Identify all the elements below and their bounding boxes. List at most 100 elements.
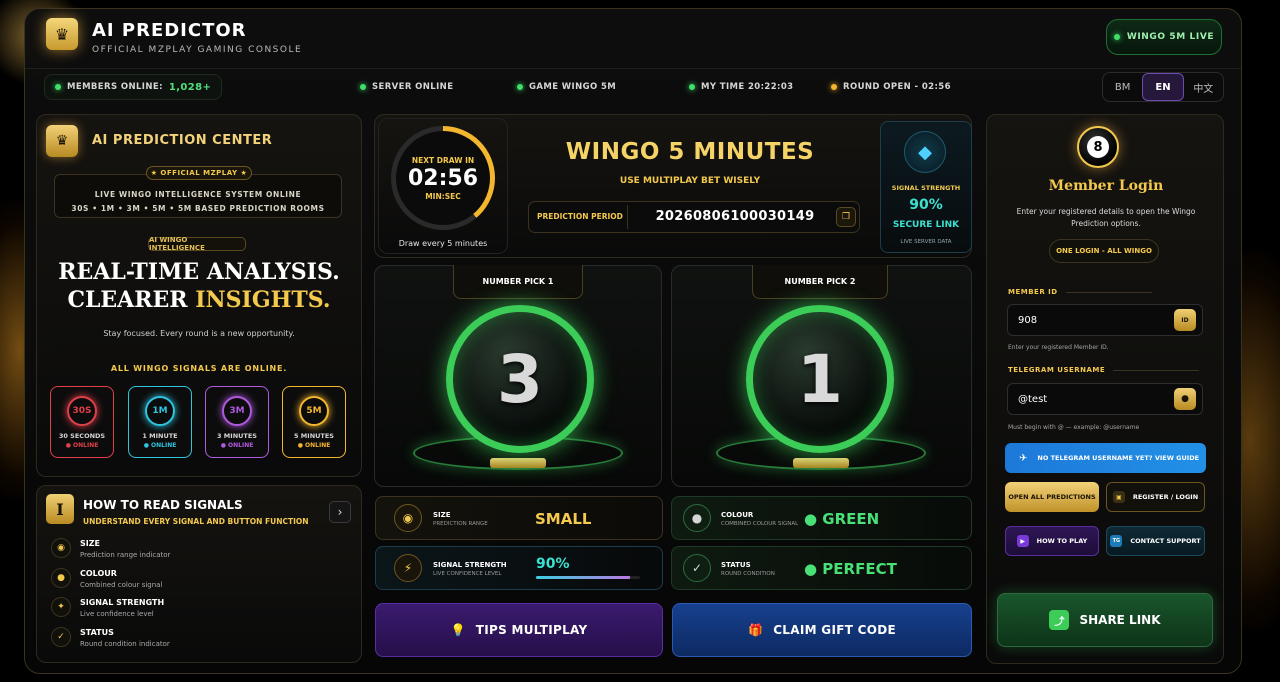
how-item-size-title: SIZE [80, 539, 101, 548]
info-line-2: 30S • 1M • 3M • 5M • 5M BASED PREDICTION… [71, 204, 325, 213]
room-3m-badge: 3M [222, 396, 252, 426]
strength-meter-fill [536, 576, 630, 579]
play-icon: ▶ [1016, 535, 1029, 547]
how-item-strength-desc: Live confidence level [80, 610, 154, 618]
how-item-colour-title: COLOUR [80, 569, 117, 578]
number-pick-2-label: NUMBER PICK 2 [752, 265, 888, 299]
live-status-label: WINGO 5M LIVE [1126, 32, 1215, 42]
member-login-description: Enter your registered details to open th… [1016, 207, 1196, 228]
round-open-status: ROUND OPEN - 02:56 [831, 74, 951, 100]
how-item-colour-desc: Combined colour signal [80, 581, 163, 589]
tips-multiplay-button[interactable]: 💡 TIPS MULTIPLAY [375, 603, 663, 657]
header-divider [25, 68, 1241, 69]
live-dot-icon [1113, 34, 1120, 40]
server-status: SERVER ONLINE [360, 74, 453, 100]
lang-zh-button[interactable]: 中文 [1184, 73, 1223, 101]
headline-line-2-gold: INSIGHTS. [195, 287, 331, 313]
member-id-value: 908 [1018, 315, 1038, 326]
share-link-button[interactable]: ⤴ SHARE LINK [997, 593, 1213, 647]
colour-label: COLOUR [721, 511, 754, 519]
eight-ball-number: 8 [1087, 136, 1109, 158]
room-card-30s[interactable]: 30S 30 SECONDS ● ONLINE [50, 386, 114, 458]
open-all-predictions-button[interactable]: OPEN ALL PREDICTIONS [1005, 482, 1099, 512]
how-item-size-desc: Prediction range indicator [80, 551, 171, 559]
user-icon: ▣ [1112, 491, 1125, 503]
eye-icon: ◉ [51, 538, 71, 558]
member-id-label: MEMBER ID [1008, 288, 1152, 296]
room-5m-name: 5 MINUTES [294, 432, 334, 440]
countdown-unit: MIN:SEC [425, 191, 461, 201]
headline-line-1: REAL-TIME ANALYSIS. [58, 259, 340, 285]
id-badge-icon[interactable]: ID [1174, 309, 1196, 331]
number-ball-1-value: 3 [497, 340, 543, 418]
telegram-guide-button[interactable]: ✈ NO TELEGRAM USERNAME YET? VIEW GUIDE [1005, 443, 1206, 473]
server-status-label: SERVER ONLINE [372, 82, 454, 92]
share-icon: ⤴ [1049, 610, 1070, 630]
status-label: STATUS [721, 561, 751, 569]
ai-intelligence-tag: AI WINGO INTELLIGENCE [148, 236, 246, 252]
pick-1-gold-base [490, 458, 546, 468]
how-to-play-label: HOW TO PLAY [1036, 537, 1088, 545]
member-id-hint: Enter your registered Member ID. [1008, 344, 1109, 351]
room-30s-status: ● ONLINE [65, 442, 99, 449]
open-all-predictions-label: OPEN ALL PREDICTIONS [1008, 493, 1096, 501]
lang-en-button[interactable]: EN [1142, 73, 1184, 101]
status-bar: MEMBERS ONLINE: 1,028+ SERVER ONLINE GAM… [44, 74, 1094, 100]
strength-label: SIGNAL STRENGTH [433, 561, 507, 569]
signal-strength-value: 90% [909, 197, 943, 213]
how-to-play-button[interactable]: ▶ HOW TO PLAY [1005, 526, 1099, 556]
status-value: ● PERFECT [804, 560, 897, 578]
app-title: AI PREDICTOR [92, 20, 247, 41]
room-card-5m[interactable]: 5M 5 MINUTES ● ONLINE [282, 386, 346, 458]
record-icon[interactable]: ● [1174, 388, 1196, 410]
period-divider [627, 205, 628, 229]
number-ball-2: 1 [746, 305, 894, 453]
game-subtitle: USE MULTIPLAY BET WISELY [619, 176, 761, 186]
language-switcher: BM EN 中文 [1102, 72, 1224, 102]
claim-gift-code-label: CLAIM GIFT CODE [773, 623, 897, 637]
room-card-3m[interactable]: 3M 3 MINUTES ● ONLINE [205, 386, 269, 458]
strength-desc: LIVE CONFIDENCE LEVEL [433, 571, 502, 577]
countdown-ring: NEXT DRAW IN 02:56 MIN:SEC [391, 126, 495, 230]
how-to-subtitle: UNDERSTAND EVERY SIGNAL AND BUTTON FUNCT… [83, 517, 309, 526]
members-online-chip: MEMBERS ONLINE: 1,028+ [44, 74, 223, 100]
check-icon: ✓ [51, 627, 71, 647]
crown-logo-icon: ♛ [46, 18, 78, 50]
telegram-username-label: TELEGRAM USERNAME [1008, 366, 1199, 374]
headline: REAL-TIME ANALYSIS. CLEARER INSIGHTS. [36, 258, 362, 314]
lang-bm-button[interactable]: BM [1103, 73, 1142, 101]
next-draw-label: NEXT DRAW IN [411, 155, 475, 165]
telegram-tg-icon: TG [1110, 535, 1123, 547]
telegram-icon: ✈ [1019, 452, 1028, 464]
bolt-icon: ✦ [51, 597, 71, 617]
eight-ball-icon: 8 [1077, 126, 1119, 168]
bolt-icon: ⚡ [394, 554, 422, 582]
live-status-pill[interactable]: WINGO 5M LIVE [1106, 19, 1222, 55]
tagline: Stay focused. Every round is a new oppor… [103, 329, 295, 338]
game-title: WINGO 5 MINUTES [565, 139, 815, 165]
check-icon: ✓ [683, 554, 711, 582]
colour-desc: COMBINED COLOUR SIGNAL [721, 521, 799, 527]
countdown-value: 02:56 [407, 165, 479, 191]
claim-gift-code-button[interactable]: 🎁 CLAIM GIFT CODE [672, 603, 972, 657]
room-5m-status: ● ONLINE [297, 442, 331, 449]
crown-icon: ♛ [46, 125, 78, 157]
room-1m-status: ● ONLINE [143, 442, 177, 449]
tips-multiplay-label: TIPS MULTIPLAY [475, 623, 588, 637]
room-3m-name: 3 MINUTES [217, 432, 257, 440]
room-1m-badge: 1M [145, 396, 175, 426]
chevron-right-icon[interactable]: › [329, 501, 351, 523]
eye-icon: ◉ [394, 504, 422, 532]
number-ball-1: 3 [446, 305, 594, 453]
palette-icon: ● [683, 504, 711, 532]
room-card-1m[interactable]: 1M 1 MINUTE ● ONLINE [128, 386, 192, 458]
size-desc: PREDICTION RANGE [433, 521, 488, 527]
countdown-inner: NEXT DRAW IN 02:56 MIN:SEC [396, 131, 490, 225]
lightbulb-icon: 💡 [450, 623, 466, 637]
strength-value: 90% [536, 556, 570, 572]
info-book-icon: I [46, 494, 74, 524]
contact-support-button[interactable]: TG CONTACT SUPPORT [1106, 526, 1205, 556]
copy-icon[interactable]: ❐ [836, 207, 856, 227]
register-login-button[interactable]: ▣ REGISTER / LOGIN [1106, 482, 1205, 512]
strength-meter [536, 576, 640, 579]
